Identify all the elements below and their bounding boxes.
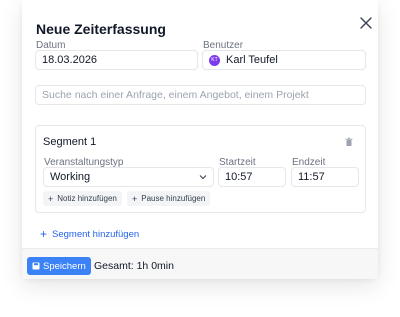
segment-card: Segment 1 Veranstaltungstyp Working Star… [35,125,366,213]
add-pause-button[interactable]: + Pause hinzufügen [127,191,211,206]
time-entry-dialog: Neue Zeiterfassung Datum 18.03.2026 Benu… [22,0,378,279]
avatar: KT [209,54,220,66]
search-placeholder: Suche nach einer Anfrage, einem Angebot,… [42,89,309,101]
end-time-value: 11:57 [298,171,325,183]
add-pause-label: Pause hinzufügen [141,194,206,203]
search-input[interactable]: Suche nach einer Anfrage, einem Angebot,… [35,85,366,105]
plus-icon: + [40,227,48,241]
user-field[interactable]: KT Karl Teufel [202,50,366,70]
date-field[interactable]: 18.03.2026 [35,50,198,70]
event-type-select[interactable]: Working [43,167,214,187]
start-time-input[interactable]: 10:57 [218,167,286,187]
chevron-down-icon [199,171,207,183]
save-icon [32,262,40,270]
plus-icon: + [132,193,138,204]
total-duration: Gesamt: 1h 0min [94,260,174,272]
dialog-footer: Speichern Gesamt: 1h 0min [22,248,378,279]
end-time-input[interactable]: 11:57 [291,167,359,187]
start-time-value: 10:57 [225,171,253,183]
event-type-value: Working [50,171,91,183]
user-value: Karl Teufel [226,54,278,66]
segment-title: Segment 1 [43,136,97,148]
add-note-label: Notiz hinzufügen [57,194,117,203]
trash-icon[interactable] [344,134,354,146]
dialog-title: Neue Zeiterfassung [36,21,166,37]
add-segment-label: Segment hinzufügen [52,228,140,240]
save-button[interactable]: Speichern [27,257,91,275]
date-value: 18.03.2026 [42,54,98,66]
add-note-button[interactable]: + Notiz hinzufügen [43,191,122,206]
save-label: Speichern [43,260,86,272]
plus-icon: + [48,193,54,204]
add-segment-button[interactable]: + Segment hinzufügen [40,227,139,241]
close-icon[interactable] [357,14,375,32]
